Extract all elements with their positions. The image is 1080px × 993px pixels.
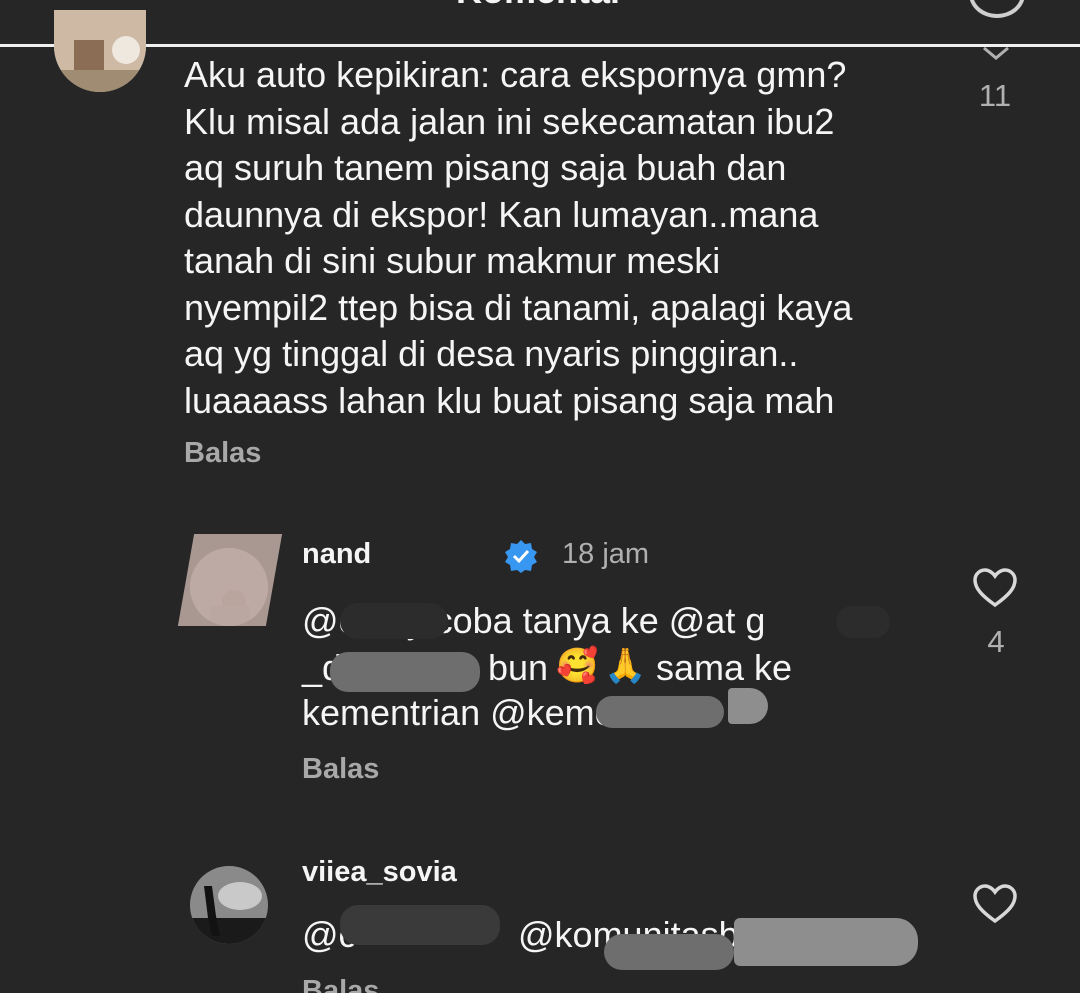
reply-button[interactable]: Balas bbox=[302, 753, 379, 786]
redaction bbox=[470, 856, 590, 890]
reply-text-line: bun bbox=[488, 647, 549, 688]
comments-screen: Komentar Aku auto kepikiran: cara ekspor… bbox=[0, 0, 1080, 993]
reply-button[interactable]: Balas bbox=[302, 975, 379, 993]
redaction bbox=[340, 603, 448, 639]
close-icon[interactable] bbox=[969, 0, 1025, 18]
redaction bbox=[728, 688, 768, 724]
redaction bbox=[330, 652, 480, 692]
redaction bbox=[836, 606, 890, 638]
emoji: 🙏 bbox=[604, 647, 647, 685]
reply-button[interactable]: Balas bbox=[184, 437, 261, 470]
like-count: 4 bbox=[987, 624, 1005, 659]
like-count: 11 bbox=[978, 78, 1012, 113]
avatar[interactable] bbox=[54, 10, 146, 92]
redaction bbox=[604, 934, 734, 970]
heart-icon[interactable] bbox=[973, 568, 1017, 608]
header-divider bbox=[0, 44, 1080, 47]
chevron-down-icon[interactable] bbox=[982, 46, 1010, 60]
emoji: 🥰 bbox=[556, 647, 599, 685]
verified-badge-icon bbox=[505, 540, 537, 573]
redaction bbox=[734, 918, 918, 966]
redaction bbox=[596, 696, 724, 728]
timestamp: 18 jam bbox=[562, 538, 650, 570]
redaction bbox=[340, 905, 500, 945]
username[interactable]: viiea_sovia bbox=[302, 856, 457, 889]
heart-icon[interactable] bbox=[973, 884, 1017, 924]
avatar[interactable] bbox=[190, 866, 268, 944]
reply-text-line: sama ke bbox=[656, 647, 793, 688]
comment-text: Aku auto kepikiran: cara ekspornya gmn? … bbox=[184, 54, 853, 421]
redaction bbox=[372, 533, 458, 569]
reply-text-line: kementrian @kemen bbox=[302, 692, 635, 733]
avatar-redaction bbox=[177, 534, 283, 626]
comments-header: Komentar bbox=[0, 0, 1080, 47]
header-title: Komentar bbox=[0, 0, 1080, 12]
